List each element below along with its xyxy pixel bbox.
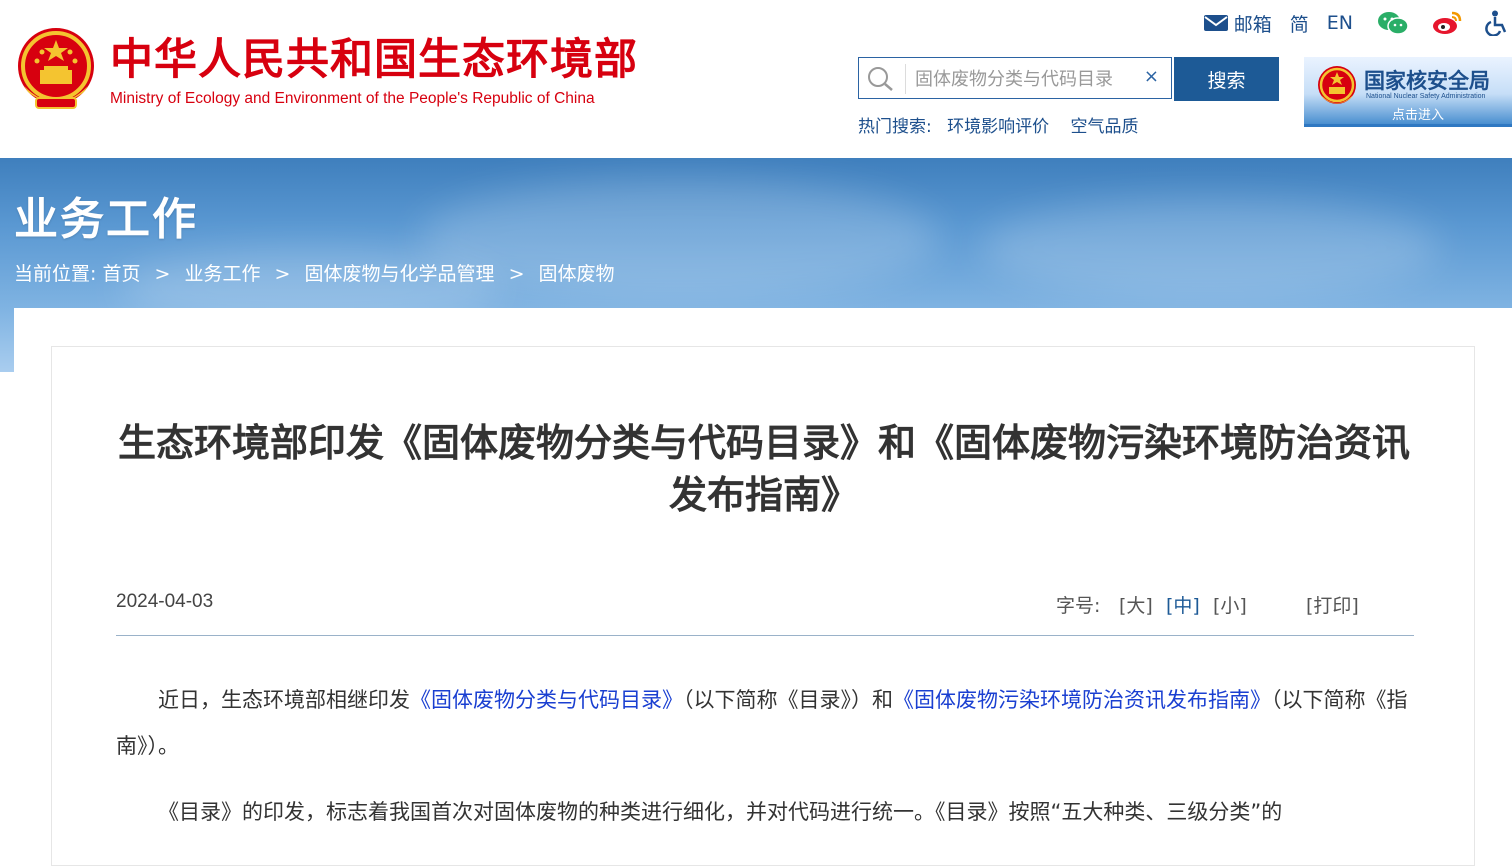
mail-link[interactable]: 邮箱 [1203, 10, 1272, 37]
font-size-label: 字号: [1056, 595, 1101, 617]
site-title: 中华人民共和国生态环境部 [110, 35, 638, 85]
font-size-medium-button[interactable]: [中] [1166, 591, 1200, 618]
article-paragraph: 近日，生态环境部相继印发《固体废物分类与代码目录》（以下简称《目录》）和《固体废… [116, 677, 1414, 769]
article-paragraph: 《目录》的印发，标志着我国首次对固体废物的种类进行细化，并对代码进行统一。《目录… [158, 800, 1283, 824]
hot-search: 热门搜索: 环境影响评价 空气品质 [858, 112, 1155, 137]
paragraph-text: 近日，生态环境部相继印发 [158, 688, 410, 712]
breadcrumb-solid-waste[interactable]: 固体废物 [539, 263, 615, 285]
search-box: × [858, 57, 1172, 99]
article-meta: 2024-04-03 字号: [大] [中] [小] [打印] [116, 591, 1414, 621]
search-input[interactable] [915, 63, 1141, 93]
nnsa-banner[interactable]: 国家核安全局 National Nuclear Safety Administr… [1304, 57, 1512, 127]
nnsa-emblem-icon [1318, 66, 1356, 104]
nnsa-enter-label: 点击进入 [1392, 108, 1445, 123]
publish-date: 2024-04-03 [116, 591, 214, 612]
search-button[interactable]: 搜索 [1174, 57, 1279, 101]
mail-icon [1203, 15, 1228, 31]
breadcrumb-separator: > [154, 263, 171, 285]
top-links: 邮箱 简 EN [1185, 8, 1512, 38]
breadcrumb-business-work[interactable]: 业务工作 [184, 263, 260, 285]
hot-search-label: 热门搜索: [858, 117, 932, 137]
catalog-link[interactable]: 《固体废物分类与代码目录》 [410, 688, 683, 712]
wechat-link[interactable] [1377, 10, 1414, 36]
site-subtitle: Ministry of Ecology and Environment of t… [110, 90, 595, 107]
accessibility-link[interactable] [1485, 10, 1512, 36]
hot-search-item[interactable]: 环境影响评价 [947, 117, 1049, 137]
weibo-icon [1433, 11, 1462, 34]
breadcrumb: 当前位置: 首页 > 业务工作 > 固体废物与化学品管理 > 固体废物 [14, 259, 615, 286]
guide-link[interactable]: 《固体废物污染环境防治资讯发布指南》 [893, 688, 1271, 712]
wechat-icon [1378, 12, 1409, 35]
search-icon [868, 67, 893, 91]
accessibility-icon [1485, 10, 1507, 36]
section-title: 业务工作 [14, 194, 198, 245]
hot-search-item[interactable]: 空气品质 [1071, 117, 1139, 137]
clear-search-icon[interactable]: × [1144, 67, 1159, 87]
nnsa-subtitle: National Nuclear Safety Administration [1366, 93, 1486, 100]
meta-divider [116, 635, 1414, 636]
breadcrumb-separator: > [274, 263, 291, 285]
font-size-large-button[interactable]: [大] [1119, 591, 1153, 618]
paragraph-text: （以下简称《目录》）和 [683, 688, 893, 712]
banner-tail-decoration [0, 308, 14, 372]
search-separator [905, 64, 906, 94]
font-size-small-button[interactable]: [小] [1213, 591, 1247, 618]
mail-link-label: 邮箱 [1233, 13, 1272, 36]
breadcrumb-solid-waste-chemicals[interactable]: 固体废物与化学品管理 [305, 263, 495, 285]
simplified-chinese-link[interactable]: 简 [1290, 10, 1309, 37]
national-emblem-icon[interactable] [14, 26, 98, 116]
breadcrumb-separator: > [508, 263, 525, 285]
english-link[interactable]: EN [1327, 12, 1353, 34]
article-title: 生态环境部印发《固体废物分类与代码目录》和《固体废物污染环境防治资讯发布指南》 [117, 421, 1410, 517]
breadcrumb-home[interactable]: 首页 [102, 263, 140, 285]
section-banner: 业务工作 当前位置: 首页 > 业务工作 > 固体废物与化学品管理 > 固体废物 [0, 158, 1512, 308]
weibo-link[interactable] [1432, 10, 1467, 36]
banner-cloud-decoration [980, 198, 1440, 298]
article-card: 生态环境部印发《固体废物分类与代码目录》和《固体废物污染环境防治资讯发布指南》 … [51, 346, 1475, 866]
site-header: 中华人民共和国生态环境部 Ministry of Ecology and Env… [0, 0, 1512, 158]
print-button[interactable]: [打印] [1306, 591, 1359, 618]
nnsa-title: 国家核安全局 [1364, 69, 1490, 93]
breadcrumb-prefix: 当前位置: [14, 263, 97, 285]
